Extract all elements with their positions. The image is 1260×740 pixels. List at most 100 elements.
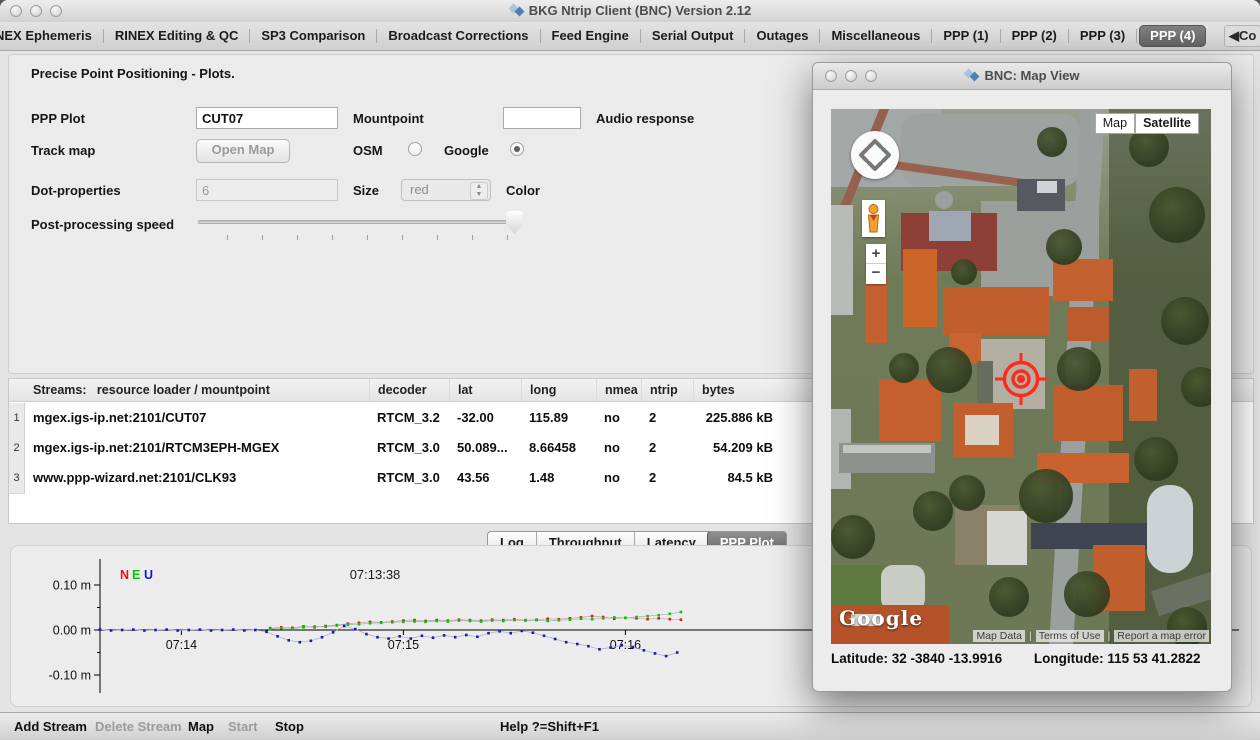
map-terrain-feature (987, 511, 1027, 565)
map-zoom-control: + − (866, 244, 886, 284)
tab-ppp-3[interactable]: PPP (3) (1069, 22, 1136, 50)
main-window-title: BKG Ntrip Client (BNC) Version 2.12 (0, 0, 1260, 22)
cell-nmea: no (596, 403, 641, 434)
google-logo: Google (839, 606, 923, 630)
pegman-icon (862, 200, 885, 237)
tab-outages[interactable]: Outages (745, 22, 819, 50)
color-label: Color (506, 183, 540, 198)
toolbar-help-shift-f1[interactable]: Help ?=Shift+F1 (500, 713, 599, 740)
map-terrain-feature (929, 211, 971, 241)
map-terrain-feature (1067, 307, 1109, 341)
cell-long: 1.48 (521, 463, 596, 494)
tab-nex-ephemeris[interactable]: NEX Ephemeris (0, 22, 103, 50)
tab-rinex-editing-qc[interactable]: RINEX Editing & QC (104, 22, 250, 50)
cell-long: 8.66458 (521, 433, 596, 464)
cell-bytes: 225.886 kB (693, 403, 799, 434)
cell-ntrip: 2 (641, 433, 693, 464)
map-attribution: Map Data| Terms of Use| Report a map err… (973, 630, 1209, 642)
tab-ppp-1[interactable]: PPP (1) (932, 22, 999, 50)
map-data-link[interactable]: Map Data (973, 630, 1025, 642)
dot-size-input (196, 179, 338, 201)
main-titlebar[interactable]: BKG Ntrip Client (BNC) Version 2.12 (0, 0, 1260, 23)
map-window-title: BNC: Map View (813, 63, 1231, 89)
map-button[interactable]: Map (1095, 113, 1135, 134)
tab-sp3-comparison[interactable]: SP3 Comparison (250, 22, 376, 50)
col-lat: lat (449, 379, 521, 401)
bottom-toolbar: Add StreamDelete StreamMapStartStopHelp … (0, 712, 1260, 740)
size-label: Size (353, 183, 379, 198)
map-pan-control[interactable] (851, 131, 899, 179)
map-terrain-feature (843, 445, 931, 453)
google-label: Google (444, 143, 489, 158)
map-tree (1057, 347, 1101, 391)
osm-radio[interactable] (408, 142, 422, 156)
cell-nmea: no (596, 463, 641, 494)
col-stream: Streams: resource loader / mountpoint (25, 379, 369, 401)
street-view-pegman[interactable] (862, 200, 885, 237)
map-tree (889, 353, 919, 383)
report-map-error-link[interactable]: Report a map error (1114, 630, 1209, 642)
svg-text:-0.10 m: -0.10 m (49, 669, 91, 683)
cell-stream: www.ppp-wizard.net:2101/CLK93 (25, 463, 369, 494)
map-terrain-feature (1053, 259, 1113, 301)
cell-decoder: RTCM_3.0 (369, 433, 449, 464)
google-radio[interactable] (510, 142, 524, 156)
cell-bytes: 84.5 kB (693, 463, 799, 494)
col-ntrip: ntrip (641, 379, 693, 401)
svg-text:U: U (144, 568, 153, 582)
tab-ppp-4[interactable]: PPP (4) (1139, 25, 1206, 47)
svg-text:0.00 m: 0.00 m (53, 624, 91, 638)
ppp-plot-input[interactable] (196, 107, 338, 129)
mountpoint-input[interactable] (503, 107, 581, 129)
speed-label: Post-processing speed (31, 217, 174, 232)
map-tree (831, 515, 875, 559)
cell-lat: 50.089... (449, 433, 521, 464)
zoom-in-button[interactable]: + (866, 244, 886, 264)
map-terrain-feature (935, 191, 953, 209)
tab-miscellaneous[interactable]: Miscellaneous (820, 22, 931, 50)
col-decoder: decoder (369, 379, 449, 401)
toolbar-add-stream[interactable]: Add Stream (14, 713, 87, 740)
col-long: long (521, 379, 596, 401)
speed-slider-ticks (227, 235, 542, 240)
longitude-label: Longitude: (1034, 651, 1104, 666)
map-terrain-feature (943, 287, 1049, 335)
svg-text:N: N (120, 568, 129, 582)
toolbar-delete-stream: Delete Stream (95, 713, 182, 740)
toolbar-stop[interactable]: Stop (275, 713, 304, 740)
tab-serial-output[interactable]: Serial Output (641, 22, 745, 50)
map-tree (1064, 571, 1110, 617)
toolbar-map[interactable]: Map (188, 713, 214, 740)
tab-overflow-scroll[interactable]: ◀Co (1224, 25, 1260, 47)
map-terrain-feature (831, 205, 853, 315)
map-tree (1019, 469, 1073, 523)
map-terrain-feature (1147, 485, 1193, 573)
col-bytes: bytes (693, 379, 799, 401)
terms-of-use-link[interactable]: Terms of Use (1036, 630, 1104, 642)
tab-feed-engine[interactable]: Feed Engine (541, 22, 640, 50)
speed-slider-track[interactable] (198, 220, 523, 224)
cell-decoder: RTCM_3.2 (369, 403, 449, 434)
col-nmea: nmea (596, 379, 641, 401)
map-tree (926, 347, 972, 393)
map-terrain-feature (879, 379, 941, 441)
tab-scroll-left-icon[interactable]: ◀ (1229, 28, 1239, 43)
cell-decoder: RTCM_3.0 (369, 463, 449, 494)
map-tree (1046, 229, 1082, 265)
zoom-out-button[interactable]: − (866, 264, 886, 284)
speed-slider-thumb[interactable] (506, 211, 523, 234)
svg-text:07:16: 07:16 (610, 638, 641, 652)
satellite-map[interactable]: + − Map Satellite Google Map Data| Terms… (831, 109, 1211, 644)
satellite-button[interactable]: Satellite (1135, 113, 1199, 134)
map-terrain-feature (965, 415, 999, 445)
cell-stream: mgex.igs-ip.net:2101/CUT07 (25, 403, 369, 434)
map-tree (989, 577, 1029, 617)
tab-broadcast-corrections[interactable]: Broadcast Corrections (377, 22, 539, 50)
cell-ntrip: 2 (641, 463, 693, 494)
tab-ppp-2[interactable]: PPP (2) (1001, 22, 1068, 50)
longitude-value: 115 53 41.2822 (1107, 651, 1200, 666)
map-titlebar[interactable]: BNC: Map View (813, 63, 1231, 90)
panel-heading: Precise Point Positioning - Plots. (31, 66, 235, 81)
bnc-app-icon (509, 4, 524, 16)
map-tree (949, 475, 985, 511)
